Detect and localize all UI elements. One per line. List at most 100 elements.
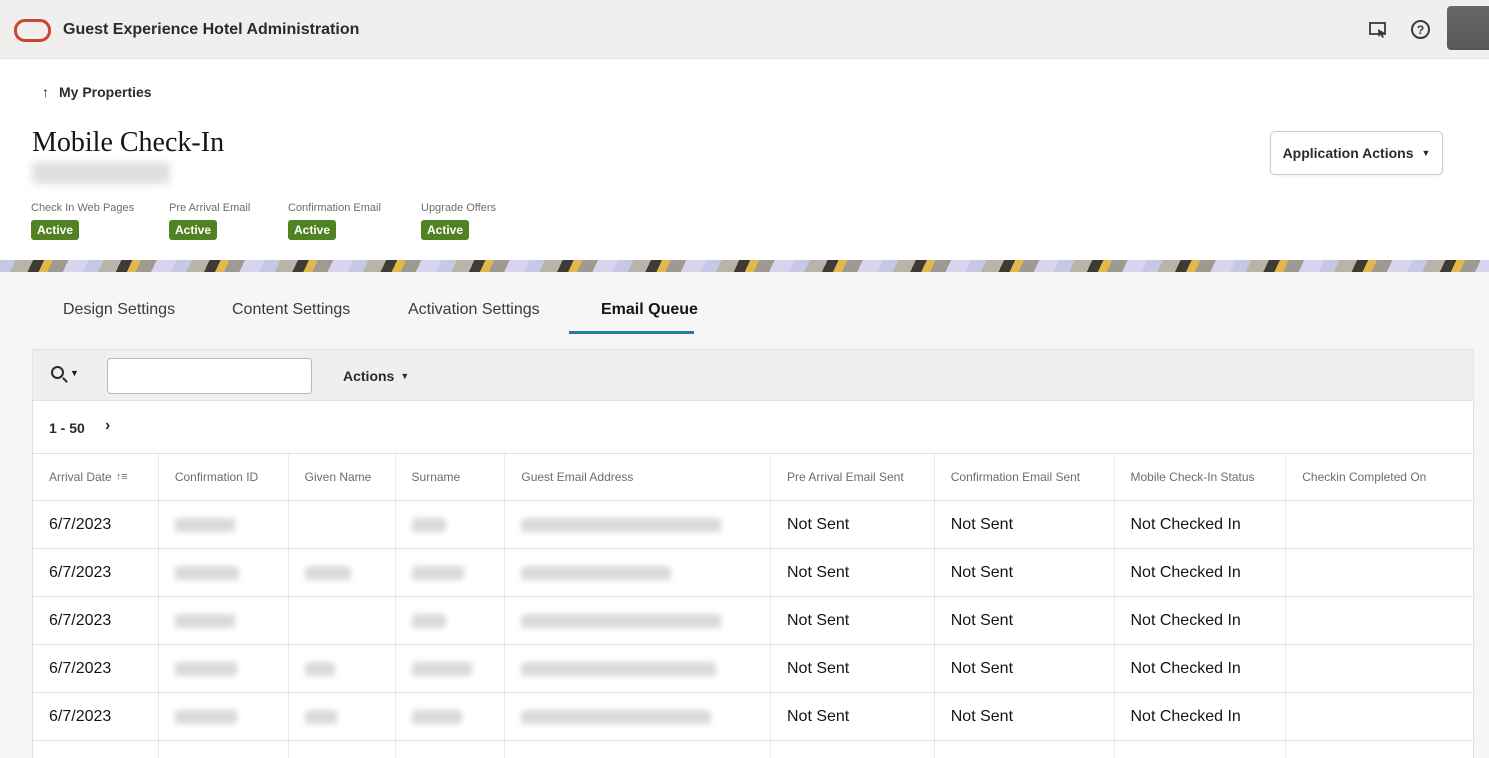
cell-mobile-check-in-status: Not Checked In <box>1115 549 1287 596</box>
avatar[interactable] <box>1447 6 1489 50</box>
column-header-given-name[interactable]: Given Name <box>289 454 396 500</box>
tab-activation-settings[interactable]: Activation Settings <box>408 301 540 319</box>
cell-partial <box>935 741 1115 758</box>
cell-partial <box>505 741 771 758</box>
cell-confirmation-email-sent: Not Sent <box>935 597 1115 644</box>
table-row[interactable]: 6/7/2023 Not Sent Not Sent Not Checked I… <box>33 501 1473 549</box>
cell-given-name-redacted <box>289 549 396 596</box>
column-header-guest-email[interactable]: Guest Email Address <box>505 454 771 500</box>
cell-surname-redacted <box>396 693 506 740</box>
sort-icon[interactable]: ↑≡ <box>116 471 128 483</box>
email-queue-table: Arrival Date ↑≡ Confirmation ID Given Na… <box>32 453 1474 758</box>
cell-mobile-check-in-status: Not Checked In <box>1115 501 1287 548</box>
cell-arrival-date: 6/7/2023 <box>33 549 159 596</box>
pagination-bar: 1 - 50 › <box>32 401 1474 453</box>
table-row[interactable]: 6/7/2023 Not Sent Not Sent Not Checked I… <box>33 645 1473 693</box>
table-row-partial[interactable] <box>33 741 1473 758</box>
cell-given-name-redacted <box>289 693 396 740</box>
application-actions-button[interactable]: Application Actions ▼ <box>1270 131 1443 175</box>
cell-pre-arrival-email-sent: Not Sent <box>771 549 935 596</box>
next-page-icon[interactable]: › <box>105 417 110 435</box>
cell-confirmation-email-sent: Not Sent <box>935 501 1115 548</box>
back-link-my-properties[interactable]: ↑ My Properties <box>42 84 152 100</box>
caret-down-icon: ▼ <box>1421 148 1431 158</box>
status-upgrade-offers: Upgrade Offers Active <box>421 202 496 240</box>
cell-checkin-completed-on <box>1286 693 1473 740</box>
status-badge: Active <box>288 220 337 240</box>
table-row[interactable]: 6/7/2023 Not Sent Not Sent Not Checked I… <box>33 693 1473 741</box>
cell-given-name <box>289 501 396 548</box>
column-header-pre-arrival-email-sent[interactable]: Pre Arrival Email Sent <box>771 454 935 500</box>
status-label: Upgrade Offers <box>421 202 497 214</box>
status-confirmation-email: Confirmation Email Active <box>288 202 381 240</box>
table-toolbar: ▼ Actions ▼ <box>32 349 1474 401</box>
cell-checkin-completed-on <box>1286 501 1473 548</box>
cell-surname-redacted <box>396 549 506 596</box>
help-icon[interactable]: ? <box>1411 20 1430 39</box>
cell-partial <box>1115 741 1287 758</box>
tab-email-queue[interactable]: Email Queue <box>601 301 698 319</box>
caret-down-icon: ▼ <box>400 371 410 381</box>
cell-mobile-check-in-status: Not Checked In <box>1115 693 1287 740</box>
table-row[interactable]: 6/7/2023 Not Sent Not Sent Not Checked I… <box>33 597 1473 645</box>
cell-checkin-completed-on <box>1286 549 1473 596</box>
status-badge: Active <box>421 220 470 240</box>
cell-pre-arrival-email-sent: Not Sent <box>771 501 935 548</box>
column-header-confirmation-id[interactable]: Confirmation ID <box>159 454 289 500</box>
column-header-confirmation-email-sent[interactable]: Confirmation Email Sent <box>935 454 1115 500</box>
actions-label: Actions <box>343 368 395 384</box>
column-header-surname[interactable]: Surname <box>396 454 506 500</box>
cell-confirmation-id-redacted <box>159 693 289 740</box>
table-row[interactable]: 6/7/2023 Not Sent Not Sent Not Checked I… <box>33 549 1473 597</box>
tab-content-settings[interactable]: Content Settings <box>232 301 350 319</box>
cell-surname-redacted <box>396 597 506 644</box>
column-header-mobile-check-in-status[interactable]: Mobile Check-In Status <box>1115 454 1287 500</box>
cell-confirmation-email-sent: Not Sent <box>935 645 1115 692</box>
status-label: Pre Arrival Email <box>169 202 251 214</box>
cell-confirmation-id-redacted <box>159 549 289 596</box>
tab-bar: Design Settings Content Settings Activat… <box>0 272 1489 336</box>
cell-email-redacted <box>505 645 771 692</box>
search-options-button[interactable]: ▼ <box>51 366 79 379</box>
search-input[interactable] <box>107 358 312 394</box>
cell-pre-arrival-email-sent: Not Sent <box>771 597 935 644</box>
cell-email-redacted <box>505 693 771 740</box>
cell-partial <box>396 741 506 758</box>
cell-arrival-date: 6/7/2023 <box>33 645 159 692</box>
actions-menu-button[interactable]: Actions ▼ <box>343 368 409 384</box>
cell-partial <box>1286 741 1473 758</box>
arrow-up-icon: ↑ <box>42 84 49 100</box>
back-link-label: My Properties <box>59 84 152 100</box>
status-label: Confirmation Email <box>288 202 381 214</box>
remote-desktop-icon-graphic <box>1369 22 1386 38</box>
cell-partial <box>289 741 396 758</box>
cell-given-name-redacted <box>289 645 396 692</box>
column-header-arrival-date[interactable]: Arrival Date ↑≡ <box>33 454 159 500</box>
decorative-band <box>0 260 1489 272</box>
remote-desktop-icon[interactable] <box>1367 19 1389 41</box>
cell-arrival-date: 6/7/2023 <box>33 501 159 548</box>
status-label: Check In Web Pages <box>31 202 135 214</box>
cell-partial <box>159 741 289 758</box>
cell-surname-redacted <box>396 501 506 548</box>
cell-checkin-completed-on <box>1286 597 1473 644</box>
cell-email-redacted <box>505 597 771 644</box>
property-name-redacted <box>32 162 170 184</box>
cell-pre-arrival-email-sent: Not Sent <box>771 693 935 740</box>
cell-arrival-date: 6/7/2023 <box>33 693 159 740</box>
page-range: 1 - 50 <box>49 420 85 436</box>
cell-given-name <box>289 597 396 644</box>
page-title: Mobile Check-In <box>32 127 225 158</box>
status-pre-arrival-email: Pre Arrival Email Active <box>169 202 250 240</box>
cell-confirmation-id-redacted <box>159 645 289 692</box>
top-bar: Guest Experience Hotel Administration ? <box>0 0 1489 59</box>
cell-confirmation-id-redacted <box>159 597 289 644</box>
active-tab-indicator <box>569 331 694 334</box>
caret-down-icon: ▼ <box>70 367 79 378</box>
cell-confirmation-email-sent: Not Sent <box>935 693 1115 740</box>
app-title: Guest Experience Hotel Administration <box>63 21 360 38</box>
column-header-checkin-completed-on[interactable]: Checkin Completed On <box>1286 454 1473 500</box>
cell-surname-redacted <box>396 645 506 692</box>
cell-mobile-check-in-status: Not Checked In <box>1115 597 1287 644</box>
tab-design-settings[interactable]: Design Settings <box>63 301 175 319</box>
